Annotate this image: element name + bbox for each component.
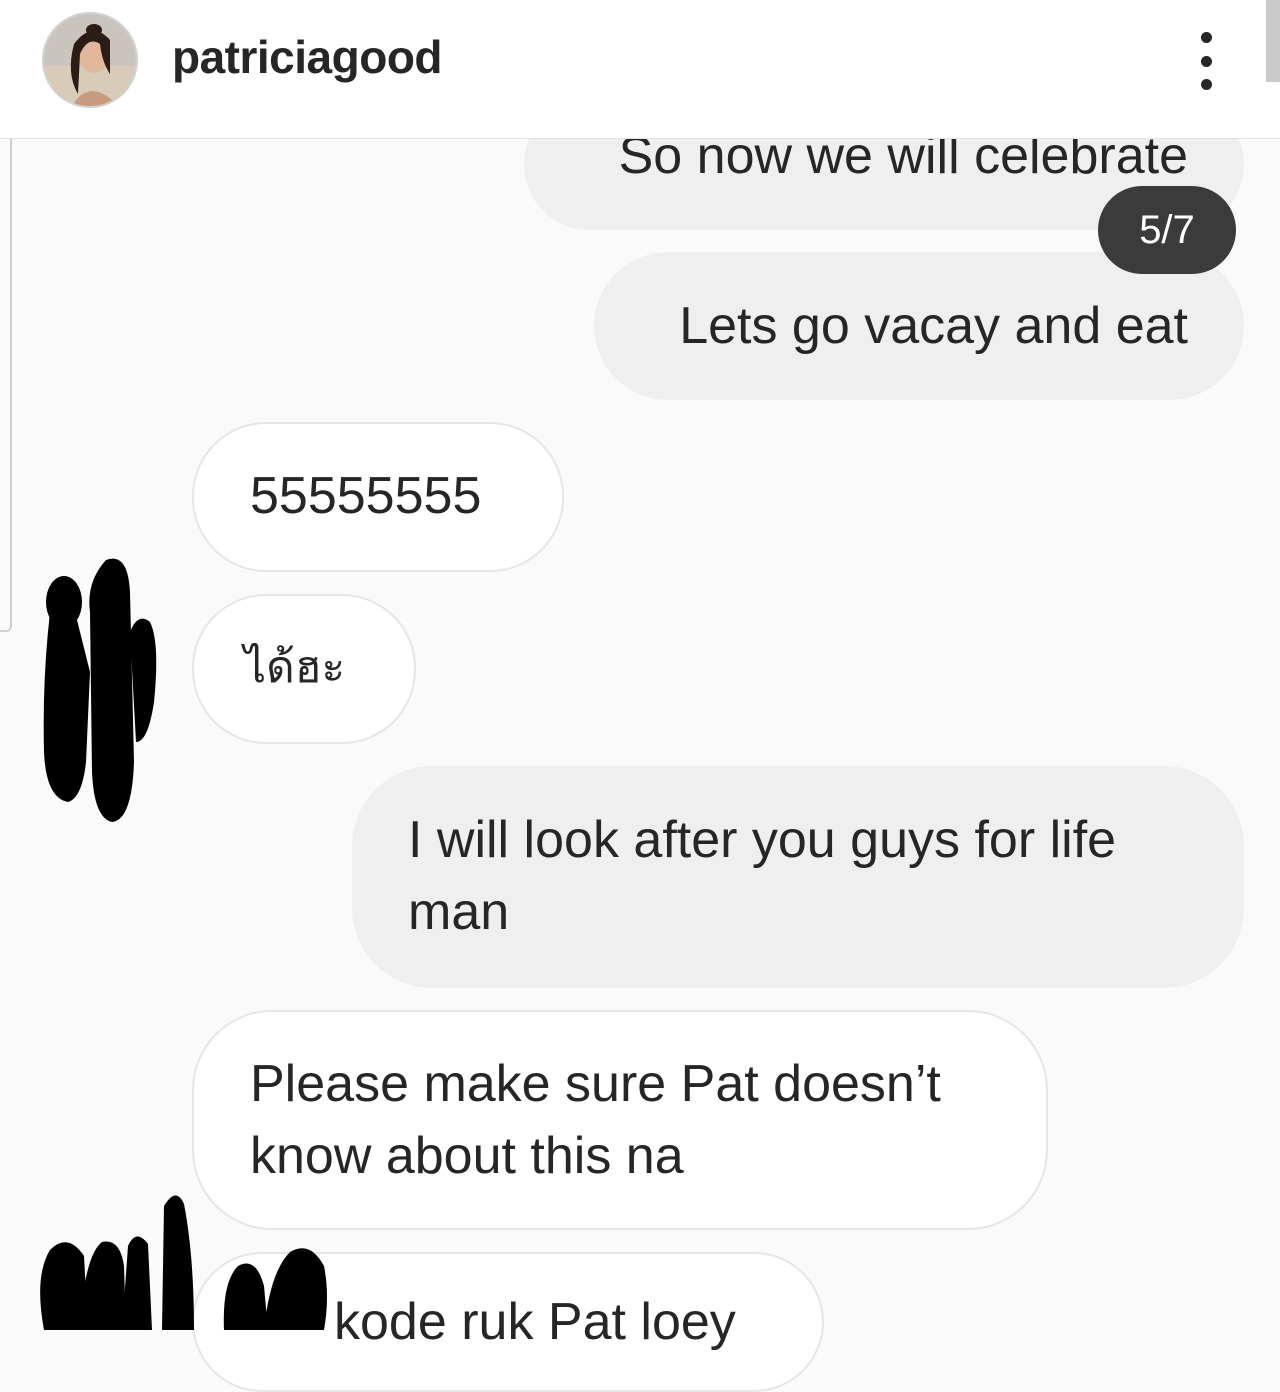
scrollbar[interactable] [1266, 0, 1280, 82]
message-bubble[interactable]: 55555555 [192, 422, 564, 572]
image-counter-badge: 5/7 [1098, 186, 1236, 274]
message-bubble[interactable]: I will look after you guys for life man [352, 766, 1244, 988]
username[interactable]: patriciagood [172, 30, 443, 84]
more-dot [1200, 79, 1212, 90]
chat-header: patriciagood [0, 0, 1280, 139]
more-dot [1200, 55, 1212, 67]
profile-avatar[interactable] [44, 14, 136, 106]
side-panel-edge [0, 122, 12, 632]
redaction-mark-upper [43, 558, 157, 822]
message-bubble[interactable]: ได้ฮะ [192, 594, 416, 744]
redaction-mark-lower [40, 1195, 327, 1330]
avatar-image [44, 14, 136, 106]
more-options-icon[interactable] [1188, 32, 1224, 90]
more-dot [1200, 32, 1212, 43]
message-bubble[interactable]: Lets go vacay and eat [594, 252, 1244, 400]
